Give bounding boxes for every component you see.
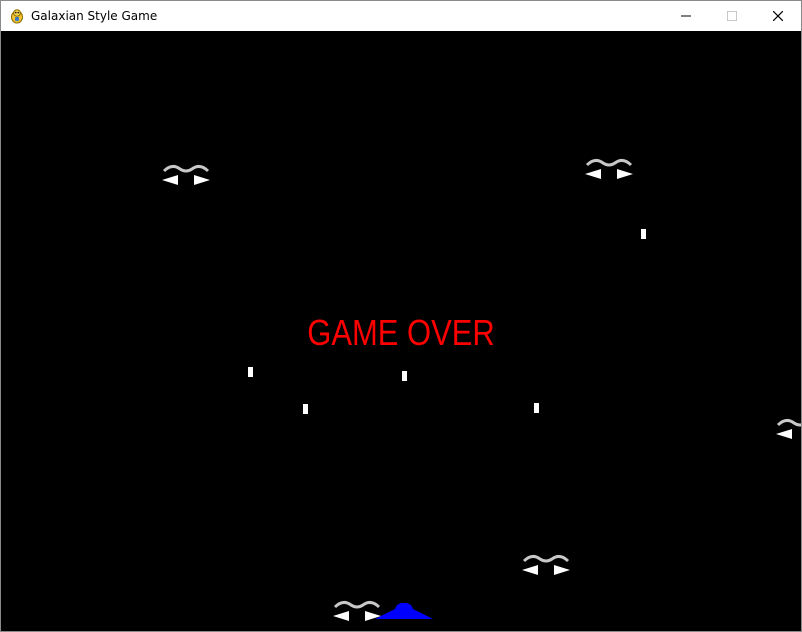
- enemy-ship: [776, 418, 801, 439]
- enemy-bullet: [402, 371, 407, 381]
- enemy-ship: [522, 554, 570, 575]
- close-icon: [773, 11, 783, 21]
- player-ship: [375, 603, 433, 619]
- enemy-bullet: [303, 404, 308, 414]
- maximize-icon: [727, 11, 737, 21]
- maximize-button[interactable]: [709, 1, 755, 31]
- window-title: Galaxian Style Game: [31, 9, 158, 23]
- game-over-text: GAME OVER: [307, 312, 495, 353]
- enemy-ship: [585, 158, 633, 179]
- minimize-button[interactable]: [663, 1, 709, 31]
- game-window: Galaxian Style Game GAME OVER: [0, 0, 802, 632]
- enemy-bullet: [248, 367, 253, 377]
- enemy-bullet: [534, 403, 539, 413]
- title-bar[interactable]: Galaxian Style Game: [1, 1, 801, 31]
- pygame-snake-icon: [9, 8, 25, 24]
- minimize-icon: [681, 15, 691, 17]
- enemy-bullet: [641, 229, 646, 239]
- enemy-ship: [162, 164, 210, 185]
- game-canvas[interactable]: GAME OVER: [1, 31, 801, 631]
- close-button[interactable]: [755, 1, 801, 31]
